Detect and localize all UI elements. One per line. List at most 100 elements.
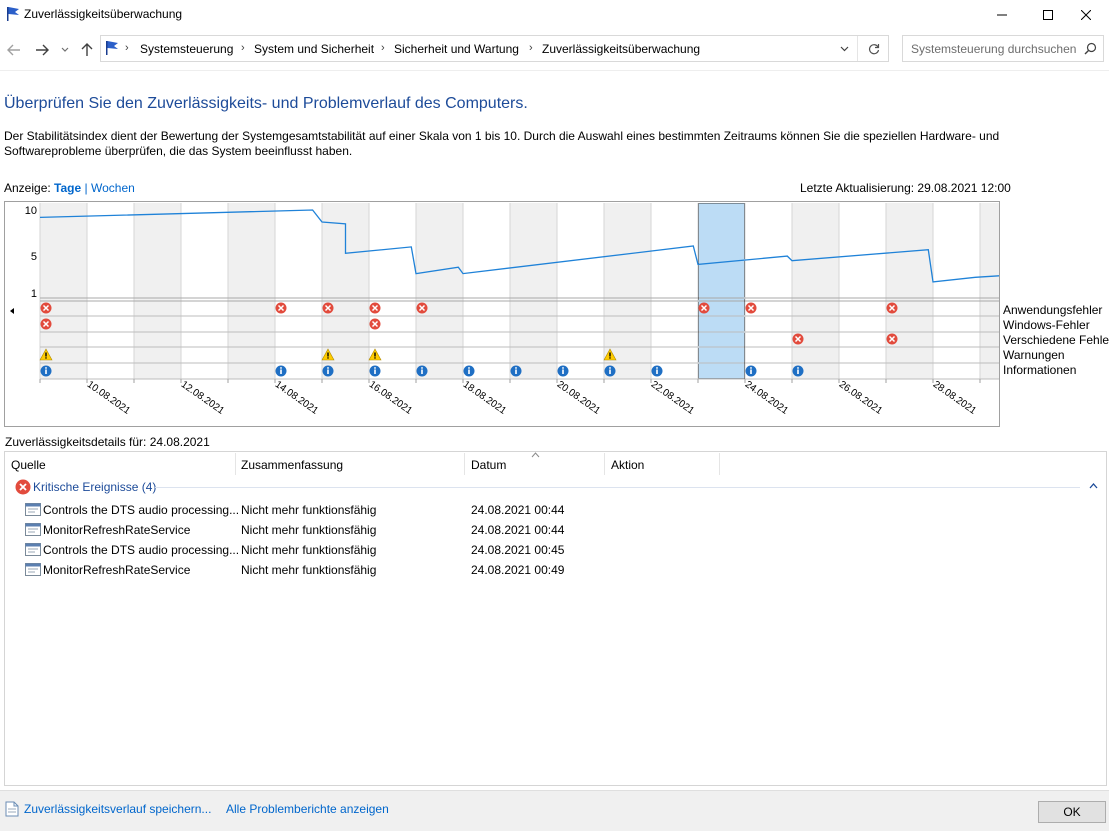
application-icon — [25, 503, 41, 516]
error-icon — [40, 302, 52, 314]
column-separator[interactable] — [719, 453, 720, 475]
forward-button[interactable] — [32, 40, 52, 60]
chevron-down-icon — [840, 46, 848, 51]
refresh-button[interactable] — [862, 36, 886, 61]
day-column — [698, 203, 745, 379]
day-column — [839, 203, 886, 379]
group-divider — [155, 487, 1080, 488]
x-tick-label: 18.08.2021 — [461, 379, 509, 417]
day-column — [463, 203, 510, 379]
breadcrumb-item[interactable]: Zuverlässigkeitsüberwachung — [542, 42, 700, 56]
page-description: Der Stabilitätsindex dient der Bewertung… — [4, 129, 1000, 158]
summary-cell: Nicht mehr funktionsfähig — [241, 523, 377, 537]
column-header-action[interactable]: Aktion — [611, 458, 644, 472]
info-icon — [510, 365, 522, 377]
page-title: Überprüfen Sie den Zuverlässigkeits- und… — [4, 95, 528, 112]
search-icon[interactable] — [1084, 42, 1097, 55]
table-row[interactable]: Controls the DTS audio processing... Nich… — [24, 500, 724, 520]
x-tick-label: 10.08.2021 — [85, 379, 133, 417]
column-separator[interactable] — [604, 453, 605, 475]
close-button[interactable] — [1063, 0, 1109, 30]
info-icon — [557, 365, 569, 377]
collapse-icon[interactable] — [1089, 483, 1098, 489]
info-icon — [651, 365, 663, 377]
day-column — [745, 203, 792, 379]
error-icon — [40, 318, 52, 330]
source-cell: MonitorRefreshRateService — [43, 563, 191, 577]
flag-icon — [106, 41, 118, 55]
error-icon — [792, 333, 804, 345]
info-icon — [463, 365, 475, 377]
day-column — [228, 203, 275, 379]
sort-ascending-icon — [531, 452, 540, 458]
minimize-button[interactable] — [979, 0, 1025, 30]
recent-locations-button[interactable] — [58, 40, 72, 60]
column-separator[interactable] — [464, 453, 465, 475]
info-icon — [745, 365, 757, 377]
breadcrumb-item[interactable]: Sicherheit und Wartung — [394, 42, 519, 56]
table-row[interactable]: MonitorRefreshRateService Nicht mehr funk… — [24, 560, 724, 580]
x-tick-label: 14.08.2021 — [273, 379, 321, 417]
error-icon — [369, 318, 381, 330]
day-column — [933, 203, 980, 379]
summary-cell: Nicht mehr funktionsfähig — [241, 503, 377, 517]
address-dropdown-button[interactable] — [832, 36, 856, 61]
chevron-down-icon — [61, 47, 69, 52]
view-weeks-link[interactable]: Wochen — [91, 181, 135, 195]
table-row[interactable]: MonitorRefreshRateService Nicht mehr funk… — [24, 520, 724, 540]
breadcrumb-item[interactable]: System und Sicherheit — [254, 42, 374, 56]
divider — [857, 36, 858, 61]
info-icon — [369, 365, 381, 377]
day-column — [181, 203, 228, 379]
reliability-chart-canvas[interactable]: 10.08.2021 12.08.2021 14.08.2021 16.08.2021… — [5, 202, 999, 426]
info-icon — [322, 365, 334, 377]
critical-events-group[interactable]: Kritische Ereignisse (4) — [33, 480, 156, 494]
row-label-windows-errors: Windows-Fehler — [1003, 318, 1090, 332]
day-column — [886, 203, 933, 379]
details-title: Zuverlässigkeitsdetails für: 24.08.2021 — [5, 435, 210, 449]
column-header-summary[interactable]: Zusammenfassung — [241, 458, 343, 472]
save-document-icon — [5, 801, 19, 817]
date-cell: 24.08.2021 00:44 — [471, 523, 565, 537]
application-icon — [25, 543, 41, 556]
date-cell: 24.08.2021 00:44 — [471, 503, 565, 517]
minimize-icon — [997, 14, 1007, 16]
error-icon — [698, 302, 710, 314]
column-header-source[interactable]: Quelle — [11, 458, 46, 472]
x-tick-label: 22.08.2021 — [649, 379, 697, 417]
day-column — [510, 203, 557, 379]
application-icon — [25, 563, 41, 576]
day-column — [134, 203, 181, 379]
x-tick-label: 26.08.2021 — [837, 379, 885, 417]
y-tick-label: 1 — [31, 288, 37, 300]
view-all-reports-link[interactable]: Alle Problemberichte anzeigen — [226, 802, 389, 816]
date-cell: 24.08.2021 00:49 — [471, 563, 565, 577]
info-icon — [40, 365, 52, 377]
table-row[interactable]: Controls the DTS audio processing... Nich… — [24, 540, 724, 560]
forward-arrow-icon — [36, 44, 49, 56]
view-label: Anzeige: — [4, 181, 51, 195]
critical-error-icon — [15, 479, 31, 495]
info-icon — [792, 365, 804, 377]
error-icon — [416, 302, 428, 314]
column-header-date[interactable]: Datum — [471, 458, 506, 472]
x-tick-label: 16.08.2021 — [367, 379, 415, 417]
column-separator[interactable] — [235, 453, 236, 475]
divider — [0, 70, 1109, 71]
day-column — [416, 203, 463, 379]
day-column — [557, 203, 604, 379]
back-button[interactable] — [4, 40, 24, 60]
breadcrumb-item[interactable]: Systemsteuerung — [140, 42, 233, 56]
maximize-icon — [1043, 10, 1053, 20]
view-days-link[interactable]: Tage — [54, 181, 81, 195]
row-label-information: Informationen — [1003, 363, 1077, 377]
breadcrumb-separator: › — [241, 42, 245, 54]
breadcrumb-separator: › — [125, 42, 129, 54]
up-button[interactable] — [77, 40, 97, 60]
ok-button[interactable]: OK — [1038, 801, 1106, 823]
scroll-left-icon[interactable] — [10, 308, 14, 314]
y-tick-label: 10 — [25, 205, 37, 217]
summary-cell: Nicht mehr funktionsfähig — [241, 563, 377, 577]
save-history-link[interactable]: Zuverlässigkeitsverlauf speichern... — [24, 802, 211, 816]
source-cell: Controls the DTS audio processing... — [43, 543, 240, 557]
